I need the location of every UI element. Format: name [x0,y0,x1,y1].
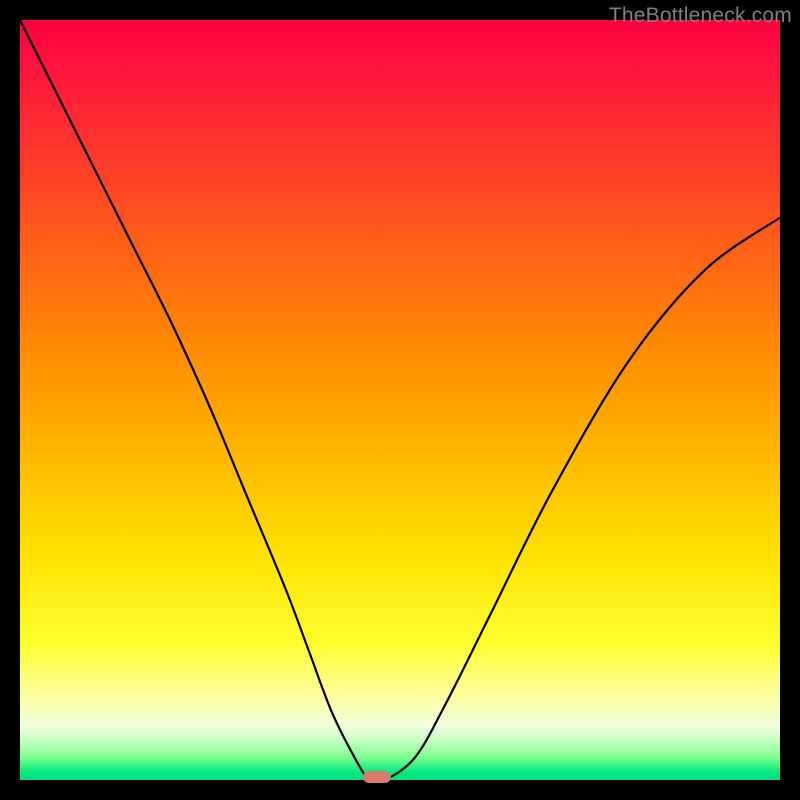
plot-area [20,20,780,780]
curve-path [20,20,780,780]
bottleneck-curve [20,20,780,780]
watermark-text: TheBottleneck.com [609,4,792,28]
optimum-marker [363,771,391,783]
chart-container: TheBottleneck.com [0,0,800,800]
